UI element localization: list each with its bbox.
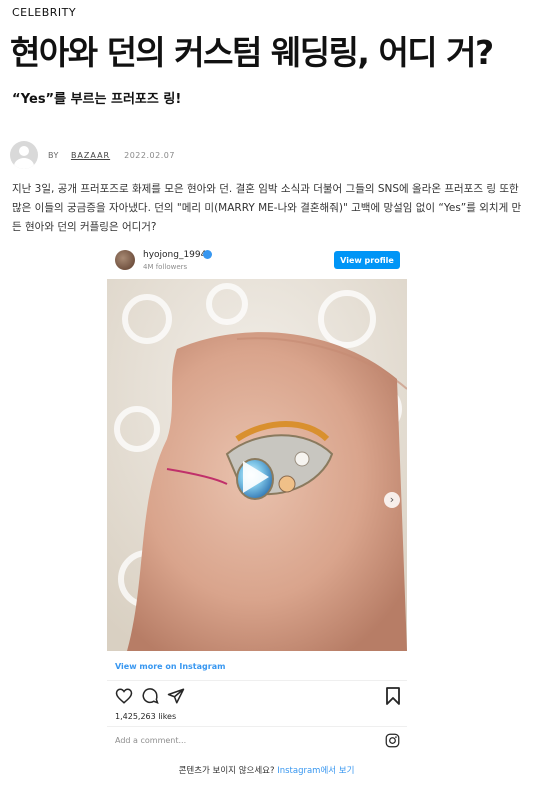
publish-date: 2022.02.07 <box>124 150 175 160</box>
bookmark-icon[interactable] <box>385 687 401 705</box>
instagram-icon[interactable] <box>385 733 400 748</box>
verified-icon <box>203 250 212 259</box>
by-label: BY <box>48 150 59 160</box>
play-icon[interactable] <box>233 457 273 497</box>
byline: BY BAZAAR 2022.02.07 <box>10 140 175 170</box>
heart-icon[interactable] <box>115 687 133 705</box>
fallback-text: 콘텐츠가 보이지 않으세요? <box>178 766 278 776</box>
profile-username[interactable]: hyojong_1994 <box>143 250 206 260</box>
divider <box>107 726 407 727</box>
comment-icon[interactable] <box>141 687 159 705</box>
view-profile-button[interactable]: View profile <box>334 251 400 269</box>
follower-count: 4M followers <box>143 263 188 271</box>
share-icon[interactable] <box>167 687 185 705</box>
post-media[interactable]: › <box>107 279 407 651</box>
article-title: 현아와 던의 커스텀 웨딩링, 어디 거? <box>10 33 494 72</box>
embed-header: hyojong_1994 4M followers View profile <box>107 244 407 278</box>
author-avatar <box>10 141 38 169</box>
author-link[interactable]: BAZAAR <box>71 151 110 160</box>
profile-avatar[interactable] <box>115 250 135 270</box>
article-subtitle: “Yes”를 부르는 프러포즈 링! <box>12 92 182 107</box>
like-count: 1,425,263 likes <box>115 712 177 721</box>
comment-input[interactable]: Add a comment... <box>115 736 186 745</box>
open-in-instagram-link[interactable]: Instagram에서 보기 <box>277 766 354 776</box>
post-actions <box>115 687 185 705</box>
instagram-embed: hyojong_1994 4M followers View profile ›… <box>107 244 407 784</box>
article-paragraph: 지난 3일, 공개 프러포즈로 화제를 모은 현아와 던. 결혼 임박 소식과 … <box>12 183 522 233</box>
divider <box>107 680 407 681</box>
category-label[interactable]: CELEBRITY <box>12 6 76 19</box>
view-more-link[interactable]: View more on Instagram <box>115 662 225 671</box>
embed-fallback-note: 콘텐츠가 보이지 않으세요? Instagram에서 보기 <box>0 764 533 776</box>
chevron-right-icon[interactable]: › <box>384 492 400 508</box>
